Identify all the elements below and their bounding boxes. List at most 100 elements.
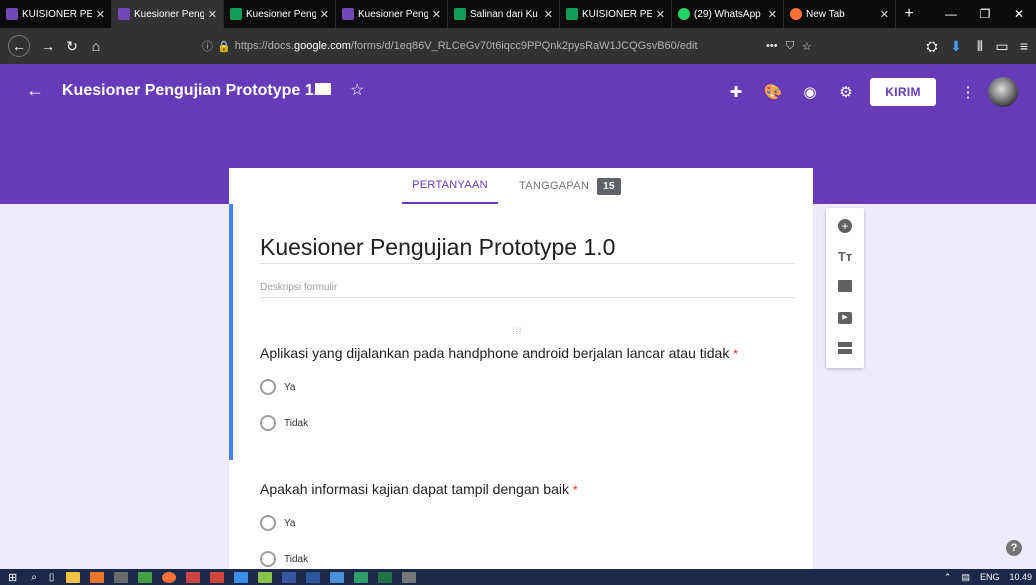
close-tab-icon[interactable]: ✕ [320,8,329,21]
back-arrow-icon[interactable]: ← [26,80,44,101]
add-video-icon[interactable]: ▶ [835,308,855,328]
radio-button[interactable] [260,379,276,395]
close-tab-icon[interactable]: ✕ [880,8,889,21]
bookmark-star-icon[interactable]: ☆ [802,40,812,53]
lock-icon: 🔒 [217,40,231,53]
radio-option[interactable]: Ya [260,515,296,531]
task-view-icon[interactable]: ▯ [49,572,55,583]
home-icon[interactable]: ⌂ [84,34,108,58]
file-explorer-icon[interactable] [66,571,81,583]
page-actions-icon[interactable]: ••• [766,40,778,52]
more-vert-icon[interactable]: ⋮ [958,82,978,102]
sheets-favicon-icon [230,8,242,20]
radio-option[interactable]: Tidak [260,415,308,431]
add-section-icon[interactable] [835,338,855,358]
required-asterisk: * [733,347,738,361]
radio-option[interactable]: Ya [260,379,296,395]
keyboard-icon[interactable]: ▤ [961,572,970,583]
radio-button[interactable] [260,515,276,531]
avatar[interactable] [988,77,1018,107]
back-arrow-icon[interactable]: ← [8,35,30,57]
browser-tab[interactable]: KUISIONER PEN ✕ [0,0,112,28]
active-card-indicator [229,204,233,460]
form-title[interactable]: Kuesioner Pengujian Prototype 1.0 [260,234,795,264]
app-icon[interactable] [330,571,345,583]
forms-favicon-icon [118,8,130,20]
radio-option[interactable]: Tidak [260,551,308,567]
close-tab-icon[interactable]: ✕ [544,8,553,21]
browser-tab[interactable]: Salinan dari Ku ✕ [448,0,560,28]
windows-start-icon[interactable]: ⊞ [8,571,17,584]
form-title-header[interactable]: Kuesioner Pengujian Prototype 1.0 [62,82,327,100]
app-icon[interactable] [234,571,249,583]
palette-icon[interactable]: 🎨 [763,82,783,102]
clock[interactable]: 10.49 [1009,572,1032,582]
radio-button[interactable] [260,551,276,567]
help-icon[interactable]: ? [1006,540,1022,556]
form-description-field[interactable]: Deskripsi formulir [260,282,795,298]
addons-icon[interactable]: ✚ [726,82,746,102]
sidebar-icon[interactable]: ▭ [990,34,1014,58]
browser-tab[interactable]: (29) WhatsApp ✕ [672,0,784,28]
language-indicator[interactable]: ENG [980,572,1000,582]
browser-tab[interactable]: New Tab ✕ [784,0,896,28]
url-bar[interactable]: ⓘ 🔒 https://docs.google.com/forms/d/1eq8… [196,34,814,58]
menu-icon[interactable]: ≡ [1012,34,1036,58]
app-icon[interactable] [354,571,369,583]
star-icon[interactable]: ☆ [350,80,364,100]
forward-arrow-icon[interactable]: → [36,34,60,58]
add-question-icon[interactable]: + [835,216,855,236]
option-label: Tidak [284,553,309,565]
tab-responses[interactable]: TANGGAPAN 15 [519,168,629,204]
excel-icon[interactable] [378,571,393,583]
restore-icon[interactable]: ❐ [968,0,1002,28]
extension-icon[interactable]: ⛭ [920,34,944,58]
reload-icon[interactable]: ↻ [60,34,84,58]
download-icon[interactable]: ⬇ [944,34,968,58]
app-icon[interactable] [258,571,273,583]
close-tab-icon[interactable]: ✕ [208,8,217,21]
close-tab-icon[interactable]: ✕ [656,8,665,21]
minimize-icon[interactable]: — [934,0,968,28]
add-title-icon[interactable]: Tт [835,246,855,266]
library-icon[interactable]: ⫴ [968,34,992,58]
app-icon[interactable] [90,571,105,583]
send-button[interactable]: KIRIM [870,78,936,106]
browser-tab-label: KUISIONER PEN [22,8,92,20]
tray-chevron-icon[interactable]: ⌃ [944,572,952,583]
sheets-favicon-icon [454,8,466,20]
new-tab-icon[interactable]: + [896,0,922,28]
folder-icon[interactable] [315,83,331,95]
responses-count-badge: 15 [597,177,621,195]
add-image-icon[interactable] [835,276,855,296]
app-icon[interactable] [114,571,129,583]
app-icon[interactable] [210,571,225,583]
forms-favicon-icon [342,8,354,20]
browser-tab-active[interactable]: Kuesioner Peng ✕ [112,0,224,28]
app-icon[interactable] [402,571,417,583]
close-tab-icon[interactable]: ✕ [432,8,441,21]
word-icon[interactable] [306,571,321,583]
drag-handle-icon[interactable]: ⁞⁞⁞ [512,326,523,336]
visio-icon[interactable] [282,571,297,583]
browser-tab[interactable]: Kuesioner Peng ✕ [336,0,448,28]
app-icon[interactable] [138,571,153,583]
close-tab-icon[interactable]: ✕ [96,8,105,21]
info-icon[interactable]: ⓘ [202,38,213,54]
settings-gear-icon[interactable]: ⚙ [836,82,856,102]
question-title[interactable]: Aplikasi yang dijalankan pada handphone … [260,345,738,361]
search-icon[interactable]: ⌕ [31,572,37,583]
preview-eye-icon[interactable]: ◉ [800,82,820,102]
whatsapp-favicon-icon [678,8,690,20]
pocket-icon[interactable]: ⛉ [786,40,794,53]
window-controls: — ❐ ✕ [934,0,1036,28]
close-window-icon[interactable]: ✕ [1002,0,1036,28]
browser-tab[interactable]: Kuesioner Peng ✕ [224,0,336,28]
firefox-icon[interactable] [162,571,177,583]
close-tab-icon[interactable]: ✕ [768,8,777,21]
radio-button[interactable] [260,415,276,431]
browser-tab[interactable]: KUISIONER PEN ✕ [560,0,672,28]
app-icon[interactable] [186,571,201,583]
tab-questions[interactable]: PERTANYAAN [402,168,498,204]
question-title[interactable]: Apakah informasi kajian dapat tampil den… [260,481,578,497]
